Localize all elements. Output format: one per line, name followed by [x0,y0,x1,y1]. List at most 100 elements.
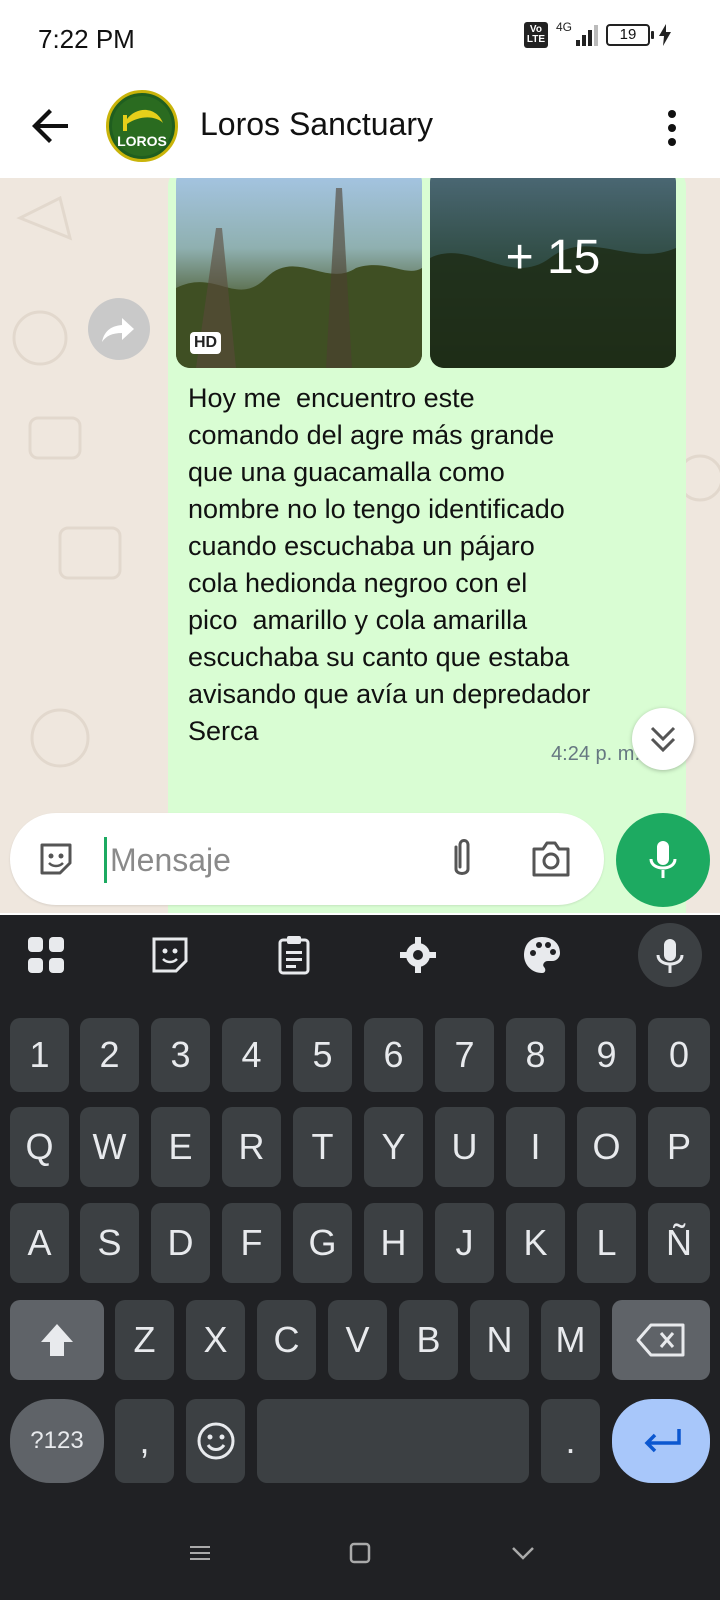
message-time: 4:24 p. m. [551,743,640,765]
camera-icon [532,841,570,877]
key-6[interactable]: 6 [364,1018,423,1092]
key-4[interactable]: 4 [222,1018,281,1092]
key-n[interactable]: N [470,1300,529,1380]
more-vertical-icon [668,110,676,146]
key-l[interactable]: L [577,1203,636,1283]
key-o[interactable]: O [577,1107,636,1187]
forward-button[interactable] [88,298,150,360]
backspace-icon [636,1323,685,1357]
key-y[interactable]: Y [364,1107,423,1187]
key-2[interactable]: 2 [80,1018,139,1092]
key-9[interactable]: 9 [577,1018,636,1092]
grid-icon [28,937,64,973]
chat-area[interactable]: HD + 15 Hoy me encuentro este comando de… [0,178,720,913]
key-i[interactable]: I [506,1107,565,1187]
enter-icon [644,1429,681,1453]
apps-button[interactable] [24,933,68,977]
hd-badge: HD [190,332,222,354]
voice-typing-button[interactable] [638,923,702,987]
key-t[interactable]: T [293,1107,352,1187]
key-f[interactable]: F [222,1203,281,1283]
key-n-tilde[interactable]: Ñ [648,1203,710,1283]
message-bubble[interactable]: HD + 15 Hoy me encuentro este comando de… [168,178,686,913]
attach-button[interactable] [444,837,480,881]
enter-key[interactable] [612,1399,710,1483]
key-c[interactable]: C [257,1300,316,1380]
key-1[interactable]: 1 [10,1018,69,1092]
status-bar: 7:22 PM Vo LTE 4G 19 [0,0,720,78]
key-7[interactable]: 7 [435,1018,494,1092]
charging-icon [659,24,671,46]
text-cursor [104,837,107,883]
key-u[interactable]: U [435,1107,494,1187]
recents-menu-icon[interactable] [185,1538,215,1568]
key-r[interactable]: R [222,1107,281,1187]
arrow-left-icon [32,109,68,143]
palette-icon [524,937,560,973]
key-8[interactable]: 8 [506,1018,565,1092]
hide-keyboard-icon[interactable] [508,1538,538,1568]
status-icons: Vo LTE 4G 19 [523,20,672,48]
message-text: Hoy me encuentro este comando del agre m… [188,383,591,746]
message-composer [10,813,604,905]
avatar[interactable]: LOROS [106,90,178,162]
chat-title[interactable]: Loros Sanctuary [200,106,433,143]
more-options-button[interactable] [660,104,684,152]
backspace-key[interactable] [612,1300,710,1380]
sticker-tool-button[interactable] [148,933,192,977]
settings-button[interactable] [396,933,440,977]
sticker-button[interactable] [36,839,76,879]
sticker-icon [40,843,72,875]
back-button[interactable] [28,102,76,150]
key-v[interactable]: V [328,1300,387,1380]
volte-icon: Vo LTE [523,22,548,48]
key-b[interactable]: B [399,1300,458,1380]
clipboard-button[interactable] [272,933,316,977]
period-key[interactable]: . [541,1399,600,1483]
scroll-to-bottom-button[interactable] [632,708,694,770]
key-s[interactable]: S [80,1203,139,1283]
key-0[interactable]: 0 [648,1018,710,1092]
home-icon[interactable] [345,1538,375,1568]
key-x[interactable]: X [186,1300,245,1380]
key-z[interactable]: Z [115,1300,174,1380]
microphone-icon [656,939,684,973]
key-q[interactable]: Q [10,1107,69,1187]
parrot-logo-icon [112,96,172,156]
keyboard: 1 2 3 4 5 6 7 8 9 0 Q W E R T Y U I O P … [0,915,720,1600]
signal-icon: 4G [556,20,598,48]
key-a[interactable]: A [10,1203,69,1283]
theme-button[interactable] [520,933,564,977]
message-input[interactable] [110,837,410,883]
key-p[interactable]: P [648,1107,710,1187]
key-h[interactable]: H [364,1203,423,1283]
photo-thumbnail[interactable]: HD [176,178,422,368]
sticker-icon [152,937,188,973]
more-photos-count: + 15 [505,231,601,284]
clipboard-icon [278,936,310,975]
status-time: 7:22 PM [38,24,135,54]
key-k[interactable]: K [506,1203,565,1283]
key-g[interactable]: G [293,1203,352,1283]
key-m[interactable]: M [541,1300,600,1380]
space-key[interactable] [257,1399,529,1483]
voice-message-button[interactable] [616,813,710,907]
key-d[interactable]: D [151,1203,210,1283]
key-w[interactable]: W [80,1107,139,1187]
system-navigation-bar [0,1510,720,1600]
comma-key[interactable]: , [115,1399,174,1483]
gear-icon [400,937,436,973]
shift-icon [41,1324,73,1356]
key-e[interactable]: E [151,1107,210,1187]
camera-button[interactable] [530,839,572,879]
battery-level: 19 [619,26,637,43]
emoji-key[interactable] [186,1399,245,1483]
chat-header: LOROS Loros Sanctuary [0,78,720,178]
key-5[interactable]: 5 [293,1018,352,1092]
battery-icon: 19 [606,24,654,46]
shift-key[interactable] [10,1300,104,1380]
symbols-key[interactable]: ?123 [10,1399,104,1483]
key-3[interactable]: 3 [151,1018,210,1092]
photo-thumbnail-more[interactable]: + 15 [430,178,676,368]
key-j[interactable]: J [435,1203,494,1283]
